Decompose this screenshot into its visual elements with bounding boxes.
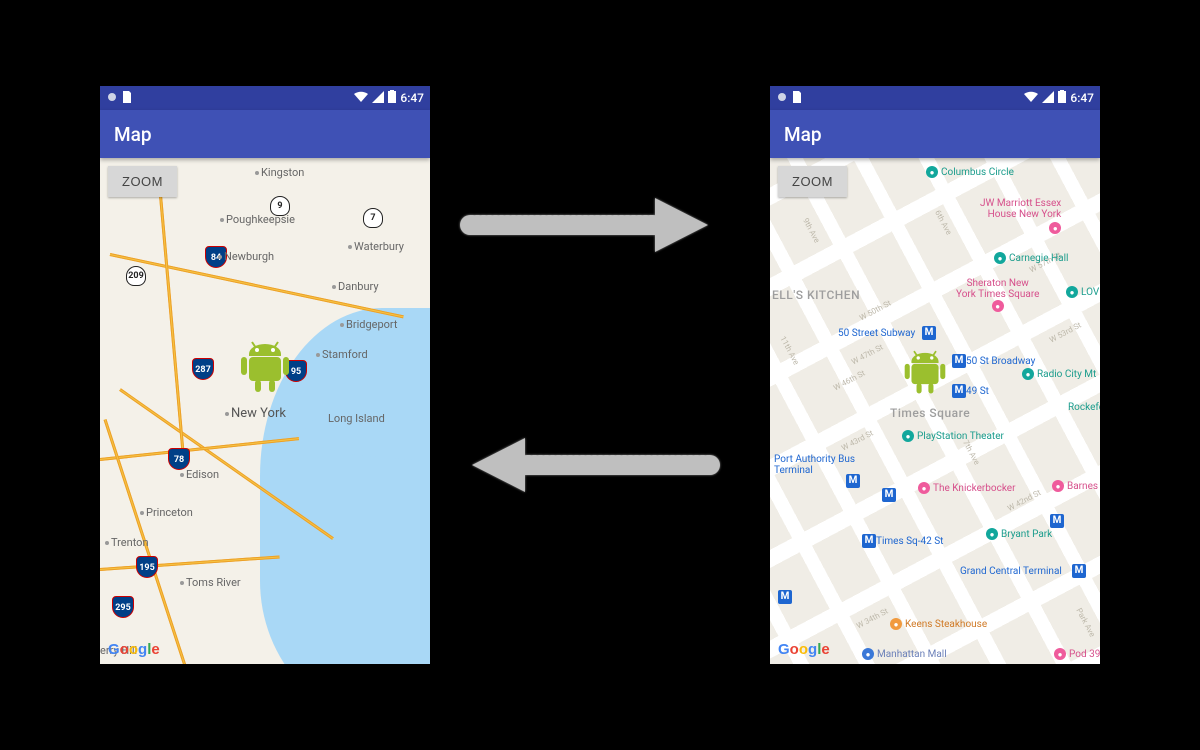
- poi-49st: 49 St: [966, 386, 989, 397]
- city-poughkeepsie: Poughkeepsie: [220, 213, 295, 226]
- district-timessquare: Times Square: [890, 406, 970, 420]
- metro-icon: M: [882, 488, 896, 502]
- city-newyork: New York: [225, 406, 286, 421]
- poi-sheraton: Sheraton New York Times Square●: [956, 278, 1039, 312]
- circle-icon: [106, 91, 118, 106]
- shield-i295: 295: [112, 596, 134, 618]
- shield-i78: 78: [168, 448, 190, 470]
- sdcard-icon: [122, 91, 132, 106]
- poi-love: ●LOVE S: [1066, 286, 1100, 298]
- arrow-right-icon: [460, 190, 720, 264]
- wifi-icon: [354, 91, 368, 106]
- google-logo: Google: [778, 641, 830, 658]
- city-waterbury: Waterbury: [348, 240, 404, 253]
- wifi-icon: [1024, 91, 1038, 106]
- arrow-left-icon: [460, 430, 720, 504]
- city-edison: Edison: [180, 468, 219, 481]
- zoom-button[interactable]: ZOOM: [778, 166, 847, 197]
- poi-gct: Grand Central Terminal: [960, 566, 1062, 577]
- app-bar: Map: [770, 110, 1100, 158]
- poi-manmall: ●Manhattan Mall: [862, 648, 947, 660]
- poi-marriott: JW Marriott Essex House New York●: [980, 198, 1061, 234]
- poi-bryant: ●Bryant Park: [986, 528, 1052, 540]
- shield-i287: 287: [192, 358, 214, 380]
- district-hellskitchen: ELL'S KITCHEN: [772, 288, 860, 302]
- status-clock: 6:47: [400, 91, 424, 105]
- signal-icon: [372, 91, 384, 106]
- app-title: Map: [114, 123, 152, 146]
- poi-carnegie: ●Carnegie Hall: [994, 252, 1068, 264]
- metro-icon: M: [952, 354, 966, 368]
- city-danbury: Danbury: [332, 280, 379, 293]
- poi-playstation: ●PlayStation Theater: [902, 430, 1004, 442]
- android-marker-icon[interactable]: [239, 340, 291, 402]
- metro-icon: M: [862, 534, 876, 548]
- signal-icon: [1042, 91, 1054, 106]
- poi-pod39: ●Pod 39: [1054, 648, 1100, 660]
- battery-icon: [1058, 90, 1066, 106]
- city-tomsriver: Toms River: [180, 576, 241, 589]
- poi-tsq42: Times Sq-42 St: [876, 536, 943, 547]
- poi-barnes: ●Barnes &: [1052, 480, 1100, 492]
- battery-icon: [388, 90, 396, 106]
- sdcard-icon: [792, 91, 802, 106]
- city-bridgeport: Bridgeport: [340, 318, 398, 331]
- map-regional[interactable]: 84 95 287 78 195 295 9 7 209 Kingston Po…: [100, 158, 430, 664]
- google-logo: Google: [108, 641, 160, 658]
- android-marker-icon[interactable]: [903, 349, 947, 403]
- map-street[interactable]: ELL'S KITCHEN Times Square W 57th St W 5…: [770, 158, 1100, 664]
- poi-50broadway: 50 St Broadway: [966, 356, 1035, 367]
- poi-columbus: ●Columbus Circle: [926, 166, 1014, 178]
- poi-keens: ●Keens Steakhouse: [890, 618, 987, 630]
- shield-us7: 7: [363, 208, 383, 228]
- metro-icon: M: [1072, 564, 1086, 578]
- poi-radio: ●Radio City Mt: [1022, 368, 1096, 380]
- poi-portauth: Port Authority Bus Terminal: [774, 454, 855, 476]
- phone-frame-street: 6:47 Map ELL'S KITCHEN Times Square W 57…: [770, 86, 1100, 664]
- circle-icon: [776, 91, 788, 106]
- metro-icon: M: [922, 326, 936, 340]
- metro-icon: M: [1050, 514, 1064, 528]
- metro-icon: M: [778, 590, 792, 604]
- poi-knick: ●The Knickerbocker: [918, 482, 1016, 494]
- city-princeton: Princeton: [140, 506, 193, 519]
- poi-rockef: Rockefe: [1068, 402, 1100, 413]
- metro-icon: M: [846, 474, 860, 488]
- app-title: Map: [784, 123, 822, 146]
- shield-i195: 195: [136, 556, 158, 578]
- metro-icon: M: [952, 384, 966, 398]
- status-bar: 6:47: [770, 86, 1100, 110]
- status-bar: 6:47: [100, 86, 430, 110]
- poi-50street: 50 Street Subway: [838, 328, 915, 339]
- app-bar: Map: [100, 110, 430, 158]
- city-kingston: Kingston: [255, 166, 304, 179]
- status-clock: 6:47: [1070, 91, 1094, 105]
- city-trenton: Trenton: [105, 536, 149, 549]
- city-stamford: Stamford: [316, 348, 368, 361]
- city-longisland: Long Island: [328, 412, 385, 425]
- shield-us209: 209: [126, 266, 146, 286]
- city-newburgh: Newburgh: [218, 250, 274, 263]
- phone-frame-regional: 6:47 Map 84 95 287 78 195 295 9 7 209 Ki…: [100, 86, 430, 664]
- zoom-button[interactable]: ZOOM: [108, 166, 177, 197]
